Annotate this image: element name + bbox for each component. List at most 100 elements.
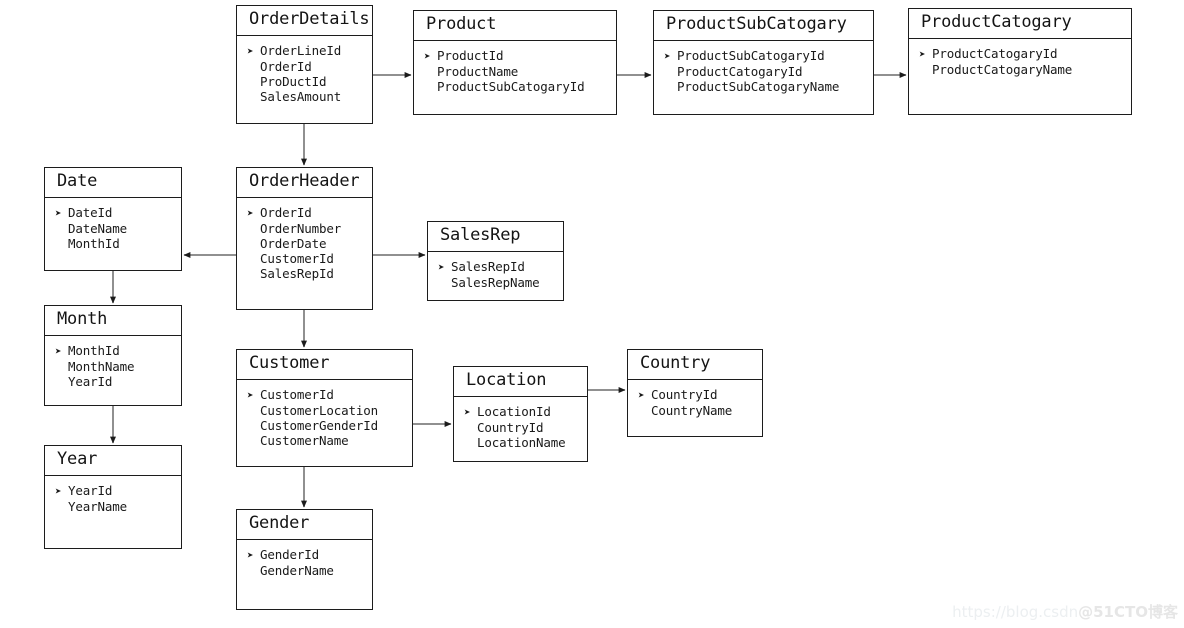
field-name: DateId [68, 204, 113, 220]
primary-key-icon: ➤ [55, 344, 62, 358]
primary-key-icon: ➤ [247, 548, 254, 562]
primary-key-icon: ➤ [664, 49, 671, 63]
primary-key-field: ➤ OrderLineId [247, 43, 364, 59]
entity-location[interactable]: Location ➤ LocationId CountryId LocationName [453, 366, 588, 462]
field: CustomerLocation [247, 403, 404, 418]
field-name: CustomerId [260, 250, 334, 266]
primary-key-icon: ➤ [438, 260, 445, 274]
field: SalesAmount [247, 89, 364, 104]
entity-date[interactable]: Date ➤ DateId DateName MonthId [44, 167, 182, 271]
entity-fields-product: ➤ ProductId ProductName ProductSubCatogaryI… [414, 41, 616, 114]
field: OrderDate [247, 236, 364, 251]
field-name: MonthId [68, 342, 120, 358]
entity-title-month: Month [45, 306, 181, 336]
field-name: OrderDate [260, 235, 327, 251]
field-name: CustomerName [260, 432, 349, 448]
field-name: LocationName [477, 434, 566, 450]
primary-key-field: ➤ CountryId [638, 387, 754, 403]
entity-customer[interactable]: Customer ➤ CustomerId CustomerLocation Custo… [236, 349, 413, 467]
field: ProDuctId [247, 74, 364, 89]
entity-year[interactable]: Year ➤ YearId YearName [44, 445, 182, 549]
entity-title-product: Product [414, 11, 616, 41]
entity-title-country: Country [628, 350, 762, 380]
primary-key-icon: ➤ [424, 49, 431, 63]
entity-title-year: Year [45, 446, 181, 476]
field: CountryId [464, 420, 579, 435]
primary-key-field: ➤ CustomerId [247, 387, 404, 403]
field-name: CountryId [477, 419, 544, 435]
entity-order-header[interactable]: OrderHeader ➤ OrderId OrderNumber OrderDate C… [236, 167, 373, 310]
field-name: LocationId [477, 403, 551, 419]
field: ProductSubCatogaryId [424, 79, 608, 94]
field-name: OrderId [260, 204, 312, 220]
primary-key-field: ➤ GenderId [247, 547, 364, 563]
primary-key-field: ➤ ProductSubCatogaryId [664, 48, 865, 64]
field-name: ProDuctId [260, 73, 327, 89]
field: ProductName [424, 64, 608, 79]
entity-product[interactable]: Product ➤ ProductId ProductName ProductSubCa… [413, 10, 617, 115]
entity-fields-country: ➤ CountryId CountryName [628, 380, 762, 436]
field-name: ProductId [437, 47, 504, 63]
field-name: SalesRepId [451, 258, 525, 274]
field-name: CustomerGenderId [260, 417, 379, 433]
entity-title-sales-rep: SalesRep [428, 222, 563, 252]
entity-sales-rep[interactable]: SalesRep ➤ SalesRepId SalesRepName [427, 221, 564, 301]
entity-title-date: Date [45, 168, 181, 198]
field: CustomerGenderId [247, 418, 404, 433]
field-name: ProductSubCatogaryId [437, 78, 585, 94]
field-name: CountryId [651, 386, 718, 402]
field: MonthId [55, 236, 173, 251]
entity-fields-sales-rep: ➤ SalesRepId SalesRepName [428, 252, 563, 300]
field-name: CustomerLocation [260, 402, 379, 418]
field: CustomerName [247, 433, 404, 448]
primary-key-field: ➤ DateId [55, 205, 173, 221]
field-name: ProductCatogaryId [932, 45, 1058, 61]
entity-fields-order-details: ➤ OrderLineId OrderId ProDuctId SalesAmount [237, 36, 372, 123]
primary-key-field: ➤ LocationId [464, 404, 579, 420]
field: ProductSubCatogaryName [664, 79, 865, 94]
primary-key-field: ➤ MonthId [55, 343, 173, 359]
primary-key-icon: ➤ [247, 388, 254, 402]
entity-order-details[interactable]: OrderDetails ➤ OrderLineId OrderId ProDuctId… [236, 5, 373, 124]
field: ProductCatogaryId [664, 64, 865, 79]
entity-fields-gender: ➤ GenderId GenderName [237, 540, 372, 609]
field-name: CountryName [651, 402, 733, 418]
field: ProductCatogaryName [919, 62, 1123, 77]
field: LocationName [464, 435, 579, 450]
primary-key-field: ➤ OrderId [247, 205, 364, 221]
entity-product-sub-catogary[interactable]: ProductSubCatogary ➤ ProductSubCatogaryId P… [653, 10, 874, 115]
primary-key-field: ➤ SalesRepId [438, 259, 555, 275]
primary-key-icon: ➤ [919, 47, 926, 61]
entity-title-gender: Gender [237, 510, 372, 540]
field: DateName [55, 221, 173, 236]
field-name: YearId [68, 373, 113, 389]
field-name: OrderId [260, 58, 312, 74]
entity-gender[interactable]: Gender ➤ GenderId GenderName [236, 509, 373, 610]
primary-key-icon: ➤ [638, 388, 645, 402]
field: OrderNumber [247, 221, 364, 236]
entity-fields-month: ➤ MonthId MonthName YearId [45, 336, 181, 405]
entity-fields-product-catogary: ➤ ProductCatogaryId ProductCatogaryName [909, 39, 1131, 114]
field: YearId [55, 374, 173, 389]
field: GenderName [247, 563, 364, 578]
entity-title-order-details: OrderDetails [237, 6, 372, 36]
entity-country[interactable]: Country ➤ CountryId CountryName [627, 349, 763, 437]
watermark-url: https://blog.csdn [952, 603, 1079, 621]
field-name: DateName [68, 220, 128, 236]
field: SalesRepName [438, 275, 555, 290]
entity-month[interactable]: Month ➤ MonthId MonthName YearId [44, 305, 182, 406]
entity-product-catogary[interactable]: ProductCatogary ➤ ProductCatogaryId Product… [908, 8, 1132, 115]
field-name: SalesRepName [451, 274, 540, 290]
field: CustomerId [247, 251, 364, 266]
entity-title-location: Location [454, 367, 587, 397]
primary-key-field: ➤ ProductId [424, 48, 608, 64]
entity-title-product-catogary: ProductCatogary [909, 9, 1131, 39]
field-name: CustomerId [260, 386, 334, 402]
field-name: YearName [68, 498, 128, 514]
field-name: ProductSubCatogaryId [677, 47, 825, 63]
field-name: ProductSubCatogaryName [677, 78, 840, 94]
entity-title-order-header: OrderHeader [237, 168, 372, 198]
field-name: ProductCatogaryName [932, 61, 1073, 77]
field-name: GenderId [260, 546, 320, 562]
entity-fields-product-sub-catogary: ➤ ProductSubCatogaryId ProductCatogaryId Pr… [654, 41, 873, 114]
